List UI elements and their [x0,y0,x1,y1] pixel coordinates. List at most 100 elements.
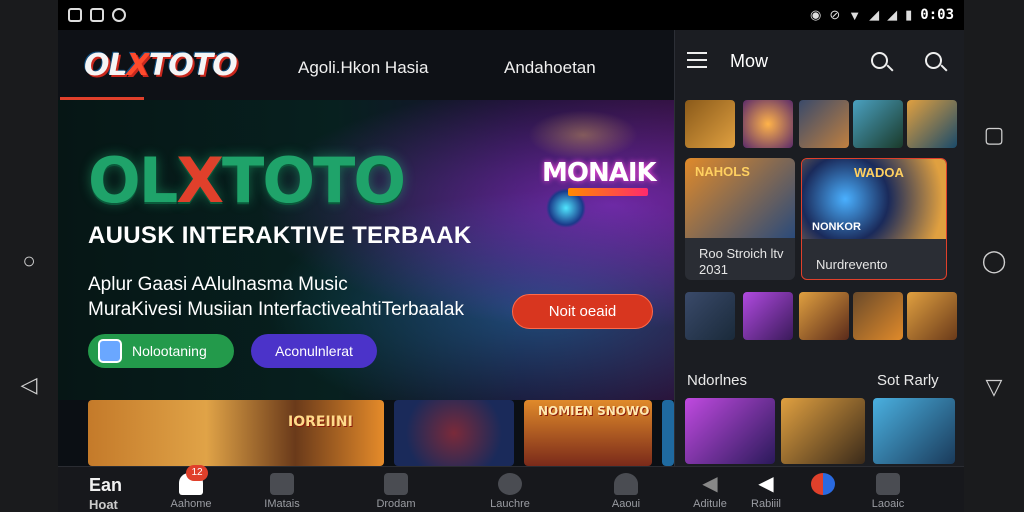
nav-item[interactable]: ◀ Aditule [682,473,738,510]
wifi-icon: ▼ [848,7,862,23]
panel-header: Mow [675,30,964,92]
cta-button[interactable]: Noit oeaid [512,294,653,329]
section-link[interactable]: Sot Rarly [877,372,939,389]
game-banner-label: NOMIEN SNOWO [538,404,650,418]
nav-down-icon[interactable]: ▽ [986,376,1003,398]
system-nav-right: ▢ ◯ ▽ [964,0,1024,512]
signal-icon: ◢ [887,7,898,22]
nav-item[interactable]: Aaoui [598,473,654,510]
game-thumbnail[interactable] [685,292,735,340]
stage-light [528,110,638,160]
hero-title: OLXTOTO [88,144,406,217]
alarm-icon: ◉ [810,7,822,22]
game-banner[interactable]: IOREIINI [88,400,384,466]
card-caption: 2031 [699,262,728,277]
game-banner[interactable]: NOMIEN SNOWO [524,400,652,466]
featured-card[interactable]: WADOA NONKOR Nurdrevento [801,158,947,280]
game-thumbnail[interactable] [853,292,903,340]
bottom-navigation: Ean Hoat Aahome 12 IMatais Drodam Lauchr… [58,465,964,512]
home-circle-icon[interactable]: ◯ [982,250,1007,272]
card-art: NAHOLS [685,158,795,238]
game-banner[interactable] [394,400,514,466]
card-art-label: NONKOR [812,221,861,233]
play-back-icon: ◀ [702,473,718,495]
status-bar: ◉ ⊘ ▼ ◢ ◢ ▮ 0:03 [58,0,964,30]
game-thumbnail[interactable] [853,100,903,148]
hero-subtitle: AUUSK INTERAKTIVE TERBAAK [88,222,472,249]
game-banner-label: IOREIINI [288,414,353,430]
notification-badge: 12 [186,465,208,481]
battery-icon: ▮ [905,7,913,22]
avatar [98,339,122,363]
featured-card[interactable]: NAHOLS Roo Stroich ltv 2031 [685,158,795,280]
nav-item[interactable] [798,473,848,498]
top-header: OLXTOTO Agoli.Hkon Hasia Andahoetan [58,30,674,100]
tile-icon [270,473,294,495]
nav-label: IMatais [264,498,300,510]
rocket-icon [498,473,522,495]
back-triangle-icon[interactable]: ◁ [21,374,38,396]
hamburger-menu-icon[interactable] [687,52,707,68]
send-icon: ◀ [758,473,774,495]
notification-icon [90,8,104,22]
recents-square-icon[interactable]: ▢ [984,124,1005,146]
hero-description: Aplur Gaasi AAlulnasma Music MuraKivesi … [88,272,464,322]
earn-sublabel: Hoat [89,497,118,512]
game-thumbnail[interactable] [781,398,865,464]
nav-item[interactable]: Drodam [368,473,424,510]
section-label: Ndorlnes [687,372,748,389]
clock: 0:03 [920,7,954,23]
earn-tab[interactable]: Ean Hoat [89,475,122,512]
nav-item[interactable]: IMatais [254,473,310,510]
game-thumbnail[interactable] [743,100,793,148]
nav-label: Drodam [376,498,416,510]
purple-pill-button[interactable]: Aconulnlerat [251,334,377,368]
card-art: WADOA NONKOR [802,159,946,239]
earn-label: Ean [89,475,123,495]
nav-item[interactable]: ◀ Rabiiil [738,473,794,510]
notification-icon [68,8,82,22]
promo-strip [568,188,648,196]
book-icon [384,473,408,495]
system-nav-left: ○ ◁ [0,0,58,512]
notification-icon [112,8,126,22]
card-caption: Roo Stroich ltv [699,246,784,261]
nav-item[interactable]: Lauchre [482,473,538,510]
hero-banner: MONAIK OLXTOTO AUUSK INTERAKTIVE TERBAAK… [58,100,674,400]
panel-title: Mow [730,51,769,71]
nav-label: Laoaic [871,498,905,510]
card-art-label: NAHOLS [695,164,750,179]
promo-title: MONAIK [542,158,657,188]
brand-icon [811,473,835,495]
nav-link-1[interactable]: Agoli.Hkon Hasia [298,58,428,78]
nav-label: Lauchre [490,498,530,510]
search-icon[interactable] [925,52,942,69]
nav-label: Rabiiil [751,498,781,510]
game-thumbnail[interactable] [685,398,775,464]
search-icon[interactable] [871,52,888,69]
nav-label: Aaoui [611,498,641,510]
game-thumbnail[interactable] [873,398,955,464]
app-screen: ◉ ⊘ ▼ ◢ ◢ ▮ 0:03 OLXTOTO Agoli.Hkon Hasi… [58,0,964,512]
game-thumbnail[interactable] [799,292,849,340]
chat-icon [876,473,900,495]
game-banner-row: IOREIINI NOMIEN SNOWO [88,400,674,466]
home-circle-icon[interactable]: ○ [22,250,35,272]
game-thumbnail[interactable] [907,292,957,340]
hero-description-line: Aplur Gaasi AAlulnasma Music [88,274,348,295]
game-thumbnail[interactable] [685,100,735,148]
game-thumbnail[interactable] [743,292,793,340]
side-panel: Mow NAHOLS Roo Stroich ltv 2031 WADOA NO… [674,30,964,466]
game-banner[interactable] [662,400,674,466]
nav-item[interactable]: Laoaic [858,473,918,510]
green-pill-button[interactable]: Nolootaning [88,334,234,368]
user-icon [614,473,638,495]
game-thumbnail[interactable] [907,100,957,148]
game-thumbnail[interactable] [799,100,849,148]
hero-description-line: MuraKivesi Musiian InterfactiveahtiTerba… [88,299,464,320]
nav-link-2[interactable]: Andahoetan [504,58,596,78]
nav-label: Aditule [693,498,727,510]
nav-label: Aahome [170,498,212,510]
brand-logo[interactable]: OLXTOTO [84,48,238,83]
signal-icon: ◢ [869,7,880,22]
